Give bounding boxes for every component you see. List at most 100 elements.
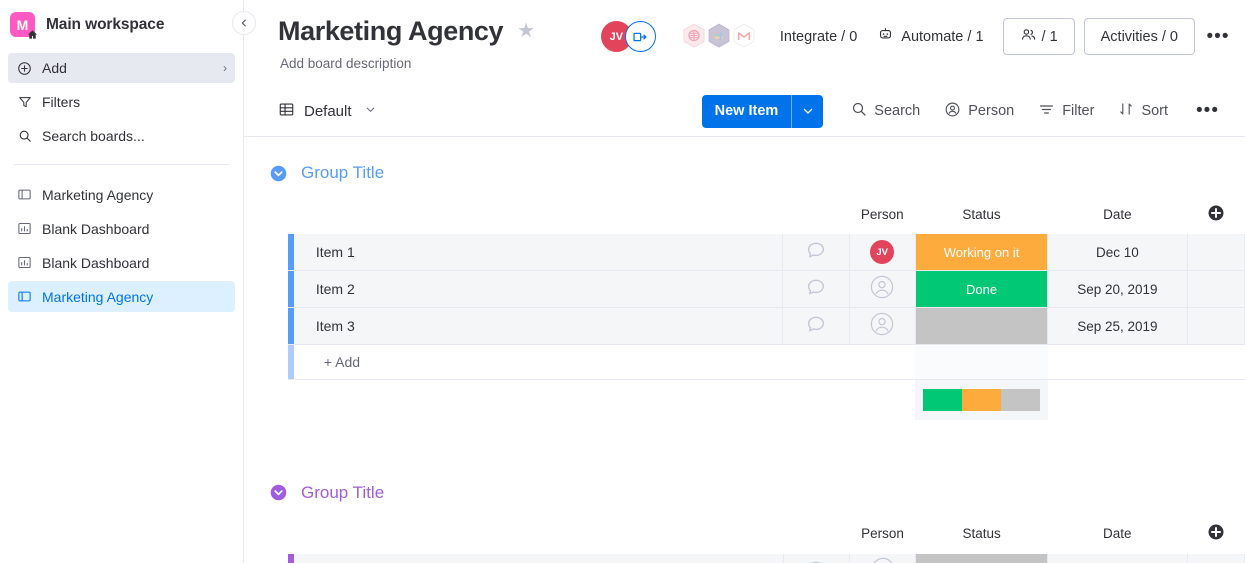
status-badge[interactable] <box>916 553 1047 563</box>
header-chat <box>783 514 849 554</box>
sidebar-item-blank-dashboard-1[interactable]: Blank Dashboard <box>8 213 235 244</box>
sidebar-search-boards[interactable]: Search boards... <box>8 121 235 151</box>
view-selector[interactable]: Default <box>278 101 376 122</box>
caret-down-icon[interactable] <box>270 484 287 501</box>
sidebar-item-filters[interactable]: Filters <box>8 87 235 117</box>
sidebar-item-marketing-agency-2[interactable]: Marketing Agency <box>8 281 235 312</box>
activities-label: Activities / 0 <box>1100 28 1178 45</box>
integrate-label: Integrate / 0 <box>779 28 858 45</box>
filter-button[interactable]: Filter <box>1028 95 1104 128</box>
board-description[interactable]: Add board description <box>280 56 1227 71</box>
funnel-icon <box>16 94 33 111</box>
members-button[interactable]: / 1 <box>1002 18 1075 55</box>
column-header-person[interactable]: Person <box>849 194 915 234</box>
cell-chat[interactable] <box>782 270 850 308</box>
add-column-icon[interactable] <box>1187 514 1244 554</box>
cell-item-name[interactable]: Item 1 <box>295 234 784 271</box>
view-label: Default <box>304 102 352 120</box>
person-circle-icon <box>944 101 961 122</box>
board-toolbar: Default New Item Search Person Filter So… <box>244 86 1245 137</box>
group-1-title[interactable]: Group Title <box>301 163 384 183</box>
group-2-table: Person Status Date <box>288 514 1245 563</box>
person-placeholder-icon[interactable] <box>870 275 894 299</box>
app-root: M Main workspace Add › Filters Search bo… <box>0 0 1245 563</box>
comment-icon[interactable] <box>805 239 827 261</box>
person-placeholder-icon[interactable] <box>871 557 895 563</box>
group-2-header: Group Title <box>262 472 1245 514</box>
add-item-row[interactable]: + Add <box>288 344 1245 380</box>
cell-status[interactable] <box>915 307 1048 345</box>
row-color-bar <box>288 270 296 308</box>
invite-member-icon[interactable] <box>624 21 656 52</box>
cell-item-name[interactable]: Item 3 <box>295 307 784 345</box>
cell-date[interactable]: Sep 20, 2019 <box>1047 270 1188 308</box>
add-item-label[interactable]: + Add <box>295 344 783 380</box>
column-header-status[interactable]: Status <box>915 194 1047 234</box>
avatar[interactable]: JV <box>870 240 895 264</box>
star-icon[interactable]: ★ <box>517 21 535 41</box>
cell-date[interactable]: Dec 10 <box>1047 234 1188 271</box>
cell-chat[interactable] <box>782 234 850 271</box>
summary-spacer <box>296 380 783 420</box>
group-1: Group Title Person Status Date Item 1 JV… <box>244 152 1245 420</box>
cell-person[interactable]: JV <box>849 234 916 271</box>
status-badge[interactable]: Done <box>915 271 1048 307</box>
new-item-dropdown[interactable] <box>792 95 823 128</box>
column-header-status[interactable]: Status <box>916 514 1048 554</box>
cell-extra <box>1187 344 1245 380</box>
avatar-initials: JV <box>609 30 624 43</box>
workspace-avatar[interactable]: M <box>10 12 37 39</box>
header-chat <box>783 194 849 234</box>
search-button[interactable]: Search <box>841 95 930 127</box>
cell-item-name[interactable]: Item 2 <box>295 270 784 308</box>
automate-button[interactable]: Automate / 1 <box>867 19 993 54</box>
sidebar-item-marketing-agency-1[interactable]: Marketing Agency <box>8 179 235 210</box>
workspace-header[interactable]: M Main workspace <box>0 0 243 47</box>
new-item-button[interactable]: New Item <box>701 94 824 128</box>
toolbar-more-button[interactable]: ••• <box>1188 98 1227 124</box>
cell-date[interactable]: Sep 6, 2019 <box>1046 553 1188 563</box>
column-header-person[interactable]: Person <box>849 514 915 554</box>
sidebar-board-label: Marketing Agency <box>42 186 154 203</box>
activities-button[interactable]: Activities / 0 <box>1083 18 1195 55</box>
person-placeholder-icon[interactable] <box>870 312 894 336</box>
cell-chat[interactable] <box>782 307 850 345</box>
cell-status[interactable] <box>915 553 1048 563</box>
integrate-button[interactable]: Integrate / 0 <box>770 22 867 52</box>
table-row[interactable]: Item 2 Done Sep 20, 2019 <box>288 270 1245 308</box>
table-row[interactable]: Item 3 Sep 25, 2019 <box>288 307 1245 345</box>
cell-status[interactable]: Working on it <box>915 234 1048 271</box>
comment-icon[interactable] <box>805 558 827 563</box>
status-badge[interactable] <box>915 308 1048 344</box>
person-filter-button[interactable]: Person <box>934 95 1024 128</box>
table-row[interactable]: Item 1 JV Working on it Dec 10 <box>288 234 1245 271</box>
page-title[interactable]: Marketing Agency <box>278 14 504 48</box>
cell-extra <box>1187 234 1245 271</box>
group-2-title[interactable]: Group Title <box>301 483 384 503</box>
sidebar-item-blank-dashboard-2[interactable]: Blank Dashboard <box>8 247 235 278</box>
cell-chat[interactable] <box>783 553 850 563</box>
cell-date[interactable]: Sep 25, 2019 <box>1047 307 1188 345</box>
sidebar-item-add[interactable]: Add › <box>8 53 235 83</box>
caret-down-icon[interactable] <box>270 165 287 182</box>
cell-item-name[interactable]: Item 4 <box>295 553 784 563</box>
sidebar-collapse-button[interactable] <box>232 11 256 35</box>
status-summary[interactable] <box>915 379 1048 420</box>
cell-person[interactable] <box>849 307 916 345</box>
cell-person[interactable] <box>849 553 917 563</box>
cell-status[interactable]: Done <box>915 270 1048 308</box>
sort-button[interactable]: Sort <box>1108 95 1178 127</box>
cell-person[interactable] <box>849 270 916 308</box>
sidebar-board-label: Blank Dashboard <box>42 220 150 237</box>
comment-icon[interactable] <box>805 276 827 298</box>
table-row[interactable]: Item 4 <box>288 553 1245 563</box>
add-column-icon[interactable] <box>1187 194 1244 234</box>
column-header-date[interactable]: Date <box>1047 514 1187 554</box>
chevron-down-icon[interactable] <box>365 104 376 118</box>
board-icon <box>16 186 33 203</box>
status-badge[interactable]: Working on it <box>915 234 1048 270</box>
integration-icons[interactable] <box>678 22 761 52</box>
column-header-date[interactable]: Date <box>1048 194 1188 234</box>
comment-icon[interactable] <box>805 313 827 335</box>
board-more-button[interactable]: ••• <box>1201 20 1235 54</box>
